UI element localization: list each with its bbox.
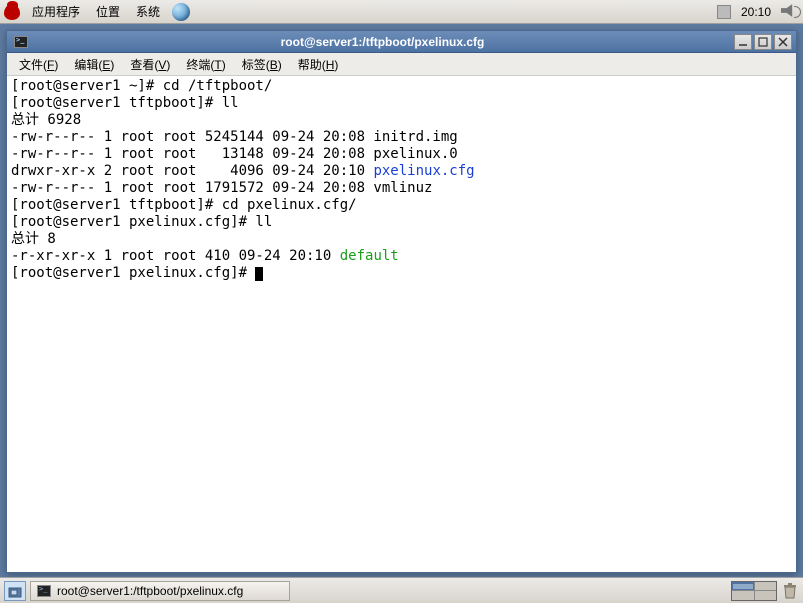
- workspace-3[interactable]: [732, 591, 754, 600]
- maximize-button[interactable]: [754, 34, 772, 50]
- directory-name: pxelinux.cfg: [373, 163, 474, 179]
- window-title: root@server1:/tftpboot/pxelinux.cfg: [31, 35, 734, 49]
- workspace-2[interactable]: [755, 582, 777, 591]
- redhat-icon[interactable]: [4, 4, 20, 20]
- executable-name: default: [340, 248, 399, 264]
- terminal-icon: [37, 585, 51, 597]
- menu-applications[interactable]: 应用程序: [28, 1, 84, 22]
- terminal-line: [root@server1 pxelinux.cfg]# ll: [11, 214, 792, 231]
- terminal-window: root@server1:/tftpboot/pxelinux.cfg 文件(F…: [6, 30, 797, 573]
- titlebar[interactable]: root@server1:/tftpboot/pxelinux.cfg: [7, 31, 796, 53]
- menu-system[interactable]: 系统: [132, 1, 164, 22]
- workspace-1[interactable]: [732, 582, 754, 591]
- terminal-line: -r-xr-xr-x 1 root root 410 09-24 20:10 d…: [11, 248, 792, 265]
- terminal-line: [root@server1 tftpboot]# cd pxelinux.cfg…: [11, 197, 792, 214]
- menu-b[interactable]: 标签(B): [236, 54, 288, 75]
- menubar: 文件(F)编辑(E)查看(V)终端(T)标签(B)帮助(H): [7, 53, 796, 76]
- trash-icon[interactable]: [781, 582, 799, 600]
- menu-h[interactable]: 帮助(H): [292, 54, 345, 75]
- browser-launcher-icon[interactable]: [172, 3, 190, 21]
- menu-t[interactable]: 终端(T): [180, 54, 231, 75]
- top-panel: 应用程序 位置 系统 20:10: [0, 0, 803, 24]
- menu-places[interactable]: 位置: [92, 1, 124, 22]
- terminal-icon: [14, 36, 28, 48]
- show-desktop-button[interactable]: [4, 581, 26, 601]
- terminal-line: [root@server1 tftpboot]# ll: [11, 95, 792, 112]
- volume-icon[interactable]: [781, 3, 799, 21]
- menu-e[interactable]: 编辑(E): [68, 54, 120, 75]
- terminal-line: -rw-r--r-- 1 root root 13148 09-24 20:08…: [11, 146, 792, 163]
- bottom-panel: root@server1:/tftpboot/pxelinux.cfg: [0, 577, 803, 603]
- tray-icon[interactable]: [717, 5, 731, 19]
- workspace-4[interactable]: [755, 591, 777, 600]
- window-menu-icon[interactable]: [11, 34, 31, 50]
- top-panel-right: 20:10: [717, 3, 799, 21]
- close-button[interactable]: [774, 34, 792, 50]
- terminal-line: -rw-r--r-- 1 root root 5245144 09-24 20:…: [11, 129, 792, 146]
- workspace-switcher[interactable]: [731, 581, 777, 601]
- terminal-line: [root@server1 pxelinux.cfg]#: [11, 265, 792, 282]
- clock[interactable]: 20:10: [739, 5, 773, 19]
- terminal-line: drwxr-xr-x 2 root root 4096 09-24 20:10 …: [11, 163, 792, 180]
- terminal-line: 总计 8: [11, 231, 792, 248]
- cursor: [255, 267, 263, 281]
- top-panel-left: 应用程序 位置 系统: [4, 1, 190, 22]
- terminal-output[interactable]: [root@server1 ~]# cd /tftpboot/[root@ser…: [7, 76, 796, 572]
- taskbar-entry-terminal[interactable]: root@server1:/tftpboot/pxelinux.cfg: [30, 581, 290, 601]
- terminal-line: [root@server1 ~]# cd /tftpboot/: [11, 78, 792, 95]
- minimize-button[interactable]: [734, 34, 752, 50]
- terminal-line: -rw-r--r-- 1 root root 1791572 09-24 20:…: [11, 180, 792, 197]
- taskbar-entry-label: root@server1:/tftpboot/pxelinux.cfg: [57, 584, 243, 598]
- window-controls: [734, 34, 792, 50]
- menu-f[interactable]: 文件(F): [13, 54, 64, 75]
- terminal-line: 总计 6928: [11, 112, 792, 129]
- menu-v[interactable]: 查看(V): [124, 54, 176, 75]
